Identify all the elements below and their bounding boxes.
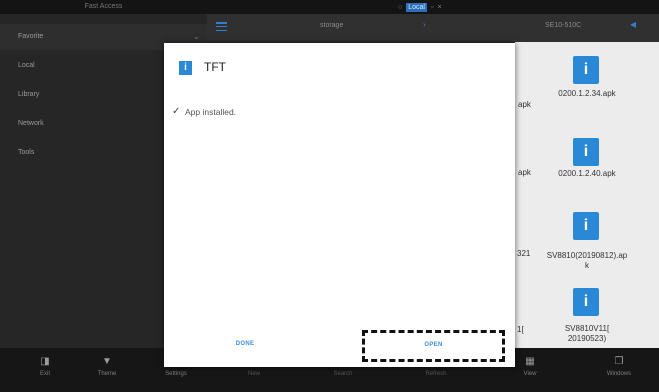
status-square-icon: ▫: [430, 3, 434, 11]
exit-icon: ◨: [40, 356, 50, 367]
new-label: New: [247, 371, 260, 377]
apk-file-icon: i: [573, 212, 599, 240]
breadcrumb-device[interactable]: SE10-510C: [545, 22, 581, 29]
theme-label: Theme: [97, 371, 117, 377]
windows-icon: ❐: [614, 356, 624, 367]
status-dot-icon: ○: [398, 3, 403, 11]
status-icons: ○ Local ▫ ×: [398, 2, 442, 12]
exit-button[interactable]: ◨ Exit: [12, 348, 78, 392]
view-label: View: [523, 371, 537, 377]
search-label: Search: [333, 371, 353, 377]
theme-button[interactable]: ▼ Theme: [74, 348, 140, 392]
sidebar-item-label: Network: [18, 120, 44, 127]
file-name-partial: 1[: [517, 325, 524, 334]
file-name-partial: apk: [518, 100, 531, 109]
apk-file-icon: i: [573, 138, 599, 166]
breadcrumb-storage[interactable]: storage: [320, 22, 343, 29]
file-name-cont: k: [585, 261, 589, 270]
path-toolbar: [207, 14, 659, 42]
open-button[interactable]: OPEN: [362, 330, 505, 362]
checkmark-icon: ✓: [172, 106, 181, 117]
status-mark-icon: ×: [437, 3, 442, 11]
sidebar-item-label: Tools: [18, 149, 35, 156]
local-badge: Local: [406, 2, 427, 12]
toolbar-action-icon[interactable]: ◂: [630, 17, 636, 31]
file-name-partial: 321: [517, 249, 531, 258]
install-status-message: App installed.: [185, 107, 237, 117]
chevron-down-icon: ⌄: [193, 32, 200, 41]
apk-file-icon: i: [573, 56, 599, 84]
settings-label: Settings: [165, 371, 187, 377]
file-name: 0200.1.2.34.apk: [558, 89, 616, 98]
file-name: 0200.1.2.40.apk: [558, 169, 616, 178]
install-dialog: [164, 43, 515, 367]
exit-label: Exit: [39, 371, 50, 377]
windows-button[interactable]: ❐ Windows: [586, 348, 652, 392]
breadcrumb-separator-icon: ›: [423, 20, 426, 29]
app-info-icon: i: [179, 61, 192, 75]
sidebar-item-label: Library: [18, 91, 40, 98]
menu-icon[interactable]: [216, 22, 227, 32]
dialog-title: TFT: [204, 60, 226, 74]
refresh-label: Refresh: [425, 371, 447, 377]
done-button[interactable]: DONE: [222, 337, 268, 351]
sidebar-item-label: Favorite: [18, 33, 44, 40]
shirt-icon: ▼: [102, 356, 112, 367]
file-name-cont: 20190523): [567, 334, 607, 343]
fast-access-label: Fast Access: [84, 3, 123, 10]
sidebar-item-label: Local: [18, 62, 35, 69]
file-name-partial: apk: [518, 168, 531, 177]
windows-label: Windows: [606, 371, 632, 377]
apk-file-icon: i: [573, 288, 599, 316]
open-button-label: OPEN: [424, 342, 443, 348]
